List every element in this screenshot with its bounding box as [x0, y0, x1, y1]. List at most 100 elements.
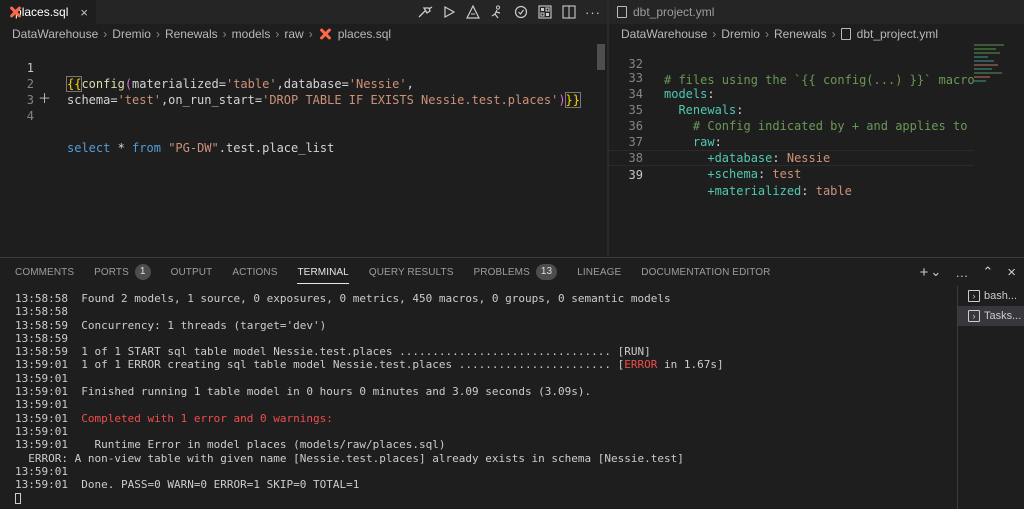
terminal-line: 13:59:01 — [15, 425, 955, 438]
terminal-icon: › — [968, 290, 980, 302]
breadcrumb-item[interactable]: raw — [284, 27, 303, 41]
dbt-file-icon — [318, 27, 332, 41]
count-badge: 13 — [535, 264, 558, 280]
tab-label: TERMINAL — [297, 266, 349, 278]
add-comment-icon[interactable]: ＋ — [38, 93, 51, 106]
breadcrumb-item[interactable]: Dremio — [112, 27, 151, 41]
terminal-line: 13:59:01 1 of 1 ERROR creating sql table… — [15, 358, 955, 371]
terminal-item-tasks[interactable]: › Tasks... — [958, 306, 1024, 326]
new-terminal-icon[interactable]: + — [920, 264, 929, 281]
run-icon[interactable] — [441, 4, 457, 20]
terminal-line: 13:59:01 Done. PASS=0 WARN=0 ERROR=1 SKI… — [15, 478, 955, 491]
build-icon[interactable] — [489, 4, 505, 20]
left-editor-group: places.sql × ··· DataWarehouse › Dremio … — [0, 0, 607, 256]
tab-output[interactable]: OUTPUT — [171, 258, 213, 286]
tab-comments[interactable]: COMMENTS — [15, 258, 74, 286]
timestamp: 13:59:01 — [15, 358, 68, 372]
tab-lineage[interactable]: LINEAGE — [577, 258, 621, 286]
prompt-line[interactable] — [15, 491, 955, 504]
terminal-label: Tasks... — [984, 310, 1022, 322]
chevron-right-icon: › — [764, 27, 769, 41]
tab-actions[interactable]: ACTIONS — [232, 258, 277, 286]
chevron-right-icon: › — [712, 27, 717, 41]
tab-label: QUERY RESULTS — [368, 266, 454, 278]
tab-problems[interactable]: PROBLEMS 13 — [474, 258, 558, 286]
timestamp: 13:59:01 — [15, 385, 68, 399]
breadcrumb-item[interactable]: models — [232, 27, 271, 41]
timestamp: 13:58:59 — [15, 318, 68, 332]
file-icon — [617, 6, 627, 18]
right-tabbar: dbt_project.yml — [609, 0, 1024, 24]
breadcrumb-file[interactable]: places.sql — [338, 27, 391, 41]
tab-label: LINEAGE — [577, 266, 622, 278]
terminal-item-bash[interactable]: › bash... — [958, 286, 1024, 306]
code-text: +schema: test — [707, 167, 802, 181]
breadcrumb-file[interactable]: dbt_project.yml — [857, 27, 938, 41]
test-icon[interactable] — [465, 4, 481, 20]
split-editor-icon[interactable] — [561, 4, 577, 20]
sql-editor[interactable]: 1 {{config(materialized='table',database… — [0, 44, 595, 256]
breadcrumb-item[interactable]: Dremio — [721, 27, 760, 41]
tab-terminal[interactable]: TERMINAL — [297, 258, 350, 286]
minimap[interactable] — [974, 44, 1014, 114]
code-line: 33 models: — [609, 54, 974, 101]
compile-icon[interactable] — [417, 4, 433, 20]
timestamp: 13:58:58 — [15, 292, 68, 305]
terminal-line: 13:59:01 — [15, 398, 955, 411]
code-line: 4 ＋ select * from "PG-DW".test.place_lis… — [0, 92, 595, 155]
timestamp: 13:59:01 — [15, 371, 68, 385]
bottom-panel: COMMENTS PORTS 1 OUTPUT ACTIONS TERMINAL … — [0, 257, 1024, 509]
close-tab-icon[interactable]: × — [80, 5, 88, 20]
timestamp: 13:59:01 — [15, 424, 68, 438]
tab-ports[interactable]: PORTS 1 — [94, 258, 151, 286]
code-line: 37 +database: Nessie — [609, 118, 974, 165]
timestamp: 13:59:01 — [15, 411, 68, 425]
tab-label: PORTS — [94, 266, 129, 278]
tab-places-sql[interactable]: places.sql × — [0, 0, 96, 24]
code-line: 35 # Config indicated by + and applies t… — [609, 86, 974, 133]
code-line-current: 39 +materialized: table — [609, 150, 974, 198]
terminal-cursor — [15, 492, 21, 504]
log-text: in 1.67s] — [657, 358, 724, 372]
yaml-editor[interactable]: 32 # files using the `{{ config(...) }}`… — [609, 40, 974, 256]
check-icon[interactable] — [513, 4, 529, 20]
more-actions-icon[interactable]: … — [955, 265, 968, 280]
tab-dbt-project-yml[interactable]: dbt_project.yml — [609, 0, 729, 24]
terminal-line: 13:59:01 — [15, 372, 955, 385]
log-text: Done. PASS=0 WARN=0 ERROR=1 SKIP=0 TOTAL… — [67, 478, 360, 492]
close-panel-icon[interactable]: × — [1007, 264, 1016, 281]
chevron-right-icon: › — [308, 27, 313, 41]
timestamp: 13:59:01 — [15, 438, 68, 452]
tab-label: places.sql — [15, 5, 69, 19]
timestamp: 13:59:01 — [15, 398, 68, 412]
terminal-line: 13:59:01 Completed with 1 error and 0 wa… — [15, 412, 955, 425]
breadcrumb-item[interactable]: DataWarehouse — [621, 27, 707, 41]
error-text: ERROR — [624, 358, 658, 372]
chevron-right-icon: › — [222, 27, 227, 41]
maximize-panel-icon[interactable]: ⌃ — [982, 264, 993, 280]
timestamp: 13:58:58 — [15, 305, 68, 319]
terminal-line: 13:58:59 Concurrency: 1 threads (target=… — [15, 319, 955, 332]
terminal-line: 13:59:01 Finished running 1 table model … — [15, 385, 955, 398]
terminal-line: 13:58:59 — [15, 332, 955, 345]
timestamp: 13:59:01 — [15, 478, 68, 492]
breadcrumb-item[interactable]: Renewals — [774, 27, 827, 41]
tab-query-results[interactable]: QUERY RESULTS — [369, 258, 454, 286]
code-line: 3 — [0, 76, 595, 107]
preview-icon[interactable] — [537, 4, 553, 20]
tab-documentation-editor[interactable]: DOCUMENTATION EDITOR — [641, 258, 770, 286]
editor-scrollbar[interactable] — [597, 44, 605, 70]
terminal-line: 13:58:59 1 of 1 START sql table model Ne… — [15, 345, 955, 358]
panel-tabs: COMMENTS PORTS 1 OUTPUT ACTIONS TERMINAL … — [0, 258, 1024, 286]
code-line: 36 raw: — [609, 102, 974, 149]
error-text: Completed with 1 error and 0 warnings: — [81, 411, 333, 425]
terminal-line: 13:59:01 Runtime Error in model places (… — [15, 438, 955, 451]
code-line: 1 {{config(materialized='table',database… — [0, 44, 595, 92]
terminal-output[interactable]: 13:58:58 Found 2 models, 1 source, 0 exp… — [15, 292, 955, 508]
chevron-down-icon[interactable]: ⌄ — [930, 264, 941, 280]
more-actions-icon[interactable]: ··· — [585, 4, 601, 20]
breadcrumb-item[interactable]: DataWarehouse — [12, 27, 98, 41]
log-text: ERROR: A non-view table with given name … — [15, 451, 684, 465]
breadcrumb-item[interactable]: Renewals — [165, 27, 218, 41]
